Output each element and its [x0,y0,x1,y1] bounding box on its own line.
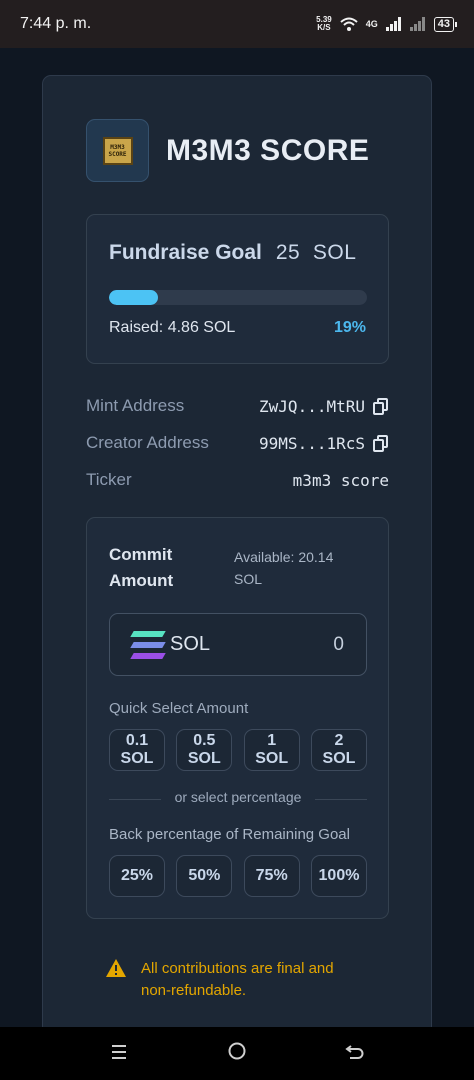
quick-select-1-button[interactable]: 1 SOL [243,729,300,771]
commit-amount-title: Commit Amount [109,545,174,590]
goal-label: Fundraise Goal [109,241,262,264]
network-speed-unit: K/S [317,23,331,32]
creator-address-row: Creator Address 99MS...1RcS [86,433,389,453]
ticker-label: Ticker [86,470,132,489]
quick-select-0-1-button[interactable]: 0.1 SOL [109,729,165,771]
app-header: M3M3 SCORE M3M3 SCORE [86,119,369,182]
quick-select-label: Quick Select Amount [109,700,249,717]
logo-text-bottom: SCORE [108,150,127,158]
warning-notice: All contributions are final and non-refu… [105,958,361,1002]
menu-icon[interactable] [99,1041,139,1067]
status-bar: 7:44 p. m. 5.39 K/S 4G 43 [0,0,474,48]
network-type: 4G [365,19,378,29]
quick-select-label-2: 1 SOL [255,732,289,767]
home-icon[interactable] [217,1041,257,1067]
signal-icon-secondary [409,17,425,31]
logo-icon: M3M3 SCORE [102,136,133,165]
quick-select-label-3: 2 SOL [322,732,356,767]
signal-icon [385,17,401,31]
percent-50-button[interactable]: 50% [176,855,233,897]
mint-address-row: Mint Address ZwJQ...MtRU [86,396,389,416]
quick-select-label-0: 0.1 SOL [120,732,154,767]
input-currency-label: SOL [170,633,211,655]
warning-text: All contributions are final and non-refu… [141,960,334,999]
quick-select-label-1: 0.5 SOL [187,732,221,767]
raised-amount: Raised: 4.86 SOL [109,319,236,336]
ticker-value: m3m3 score [292,470,389,490]
percentage-divider: or select percentage [109,789,367,811]
copy-icon[interactable] [373,397,389,415]
ticker-row: Ticker m3m3 score [86,470,389,490]
creator-address-label: Creator Address [86,433,209,452]
progress-bar [109,290,367,305]
battery-icon: 43 [433,16,458,32]
fundraise-goal-panel: Fundraise Goal 25 SOL Raised: 4.86 SOL 1… [86,214,389,364]
system-nav-bar [0,1027,474,1080]
creator-address-value: 99MS...1RcS [259,434,389,453]
goal-value: 25 SOL [275,241,357,264]
network-speed: 5.39 K/S [316,16,332,32]
status-indicators: 5.39 K/S 4G 43 [316,16,458,32]
input-amount-value[interactable]: 0 [333,634,344,656]
percentage-label: Back percentage of Remaining Goal [109,826,350,843]
quick-select-2-button[interactable]: 2 SOL [310,729,367,771]
mint-address-value: ZwJQ...MtRU [259,397,389,416]
sol-amount-input[interactable]: SOL 0 [109,613,367,676]
warning-icon [106,959,126,977]
app-logo: M3M3 SCORE [86,119,149,182]
status-time: 7:44 p. m. [20,15,92,32]
logo-text-top: M3M3 [110,143,125,151]
commit-panel: Commit Amount Available: 20.14 SOL SOL 0… [86,517,389,919]
quick-select-0-5-button[interactable]: 0.5 SOL [176,729,233,771]
available-balance: Available: 20.14 SOL [234,549,334,587]
mint-address-label: Mint Address [86,396,185,415]
divider-text: or select percentage [174,789,302,805]
back-icon[interactable] [335,1041,375,1067]
percent-75-button[interactable]: 75% [243,855,300,897]
wifi-icon [340,17,358,31]
copy-icon[interactable] [373,434,389,452]
solana-icon [130,630,166,659]
app-title: M3M3 SCORE [166,133,370,167]
raised-percent: 19% [333,319,366,336]
percentage-buttons: 25% 50% 75% 100% [109,855,367,897]
mint-address-text: ZwJQ...MtRU [259,396,365,416]
quick-select-buttons: 0.1 SOL 0.5 SOL 1 SOL 2 SOL [109,729,367,771]
fundraise-card: M3M3 SCORE M3M3 SCORE Fundraise Goal 25 … [42,75,432,1035]
goal-row: Fundraise Goal 25 SOL [109,241,356,265]
percent-25-button[interactable]: 25% [109,855,165,897]
percent-100-button[interactable]: 100% [310,855,367,897]
progress-fill [109,290,159,305]
creator-address-text: 99MS...1RcS [259,433,365,453]
